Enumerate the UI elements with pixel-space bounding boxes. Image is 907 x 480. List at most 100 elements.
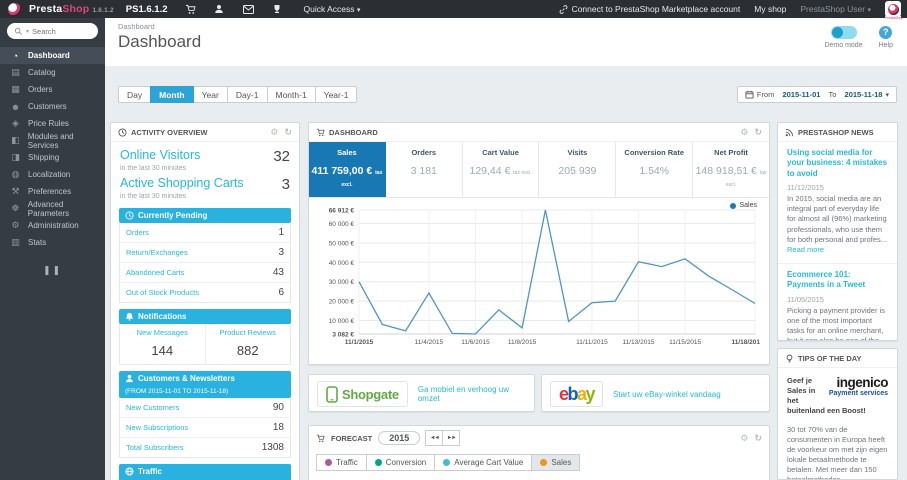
svg-text:50 000 €: 50 000 € — [329, 240, 355, 247]
avatar[interactable]: PrestaShop — [885, 1, 903, 20]
pending-row: Orders 1 — [120, 223, 290, 243]
page-header: Dashboard Dashboard Demo mode ? Help — [105, 18, 907, 66]
customers-quick-icon[interactable] — [213, 3, 226, 16]
shop-name-link[interactable]: PS1.6.1.2 — [126, 4, 168, 15]
settings-gear-icon[interactable]: ⚙ — [740, 127, 748, 138]
sidebar-item-preferences[interactable]: ⚒ Preferences — [0, 183, 105, 200]
refresh-icon[interactable]: ↻ — [284, 127, 292, 138]
kpi-conversion-rate-tab[interactable]: Conversion Rate 1.54% — [616, 142, 694, 197]
lightbulb-icon — [785, 354, 794, 363]
marketplace-connect-link[interactable]: Connect to PrestaShop Marketplace accoun… — [559, 4, 740, 14]
date-range-picker[interactable]: From 2015-11-01 To 2015-11-18 ▾ — [736, 86, 897, 103]
product-reviews-link[interactable]: Product Reviews — [208, 328, 289, 337]
range-month-1-button[interactable]: Month-1 — [266, 86, 316, 103]
forecast-next-button[interactable]: ►► — [442, 430, 461, 446]
sidebar-item-dashboard[interactable]: ◔ Dashboard — [0, 47, 105, 64]
sidebar-item-administration[interactable]: ⚙ Administration — [0, 217, 105, 234]
refresh-icon[interactable]: ↻ — [754, 127, 762, 138]
svg-text:11/8/2015: 11/8/2015 — [508, 339, 537, 346]
messages-icon[interactable] — [242, 3, 255, 16]
trophy-icon[interactable] — [271, 3, 284, 16]
abandoned-carts-link[interactable]: Abandoned Carts — [126, 268, 184, 277]
settings-gear-icon[interactable]: ⚙ — [740, 433, 748, 444]
customers-row: New Customers 90 — [120, 398, 290, 418]
sidebar-item-catalog[interactable]: ▤ Catalog — [0, 64, 105, 81]
refresh-icon[interactable]: ↻ — [754, 433, 762, 444]
returns-link[interactable]: Return/Exchanges — [126, 248, 188, 257]
kpi-sales-tab[interactable]: Sales 411 759,00 € tax excl. — [309, 142, 386, 197]
link-icon — [559, 4, 567, 14]
kpi-tabs: Sales 411 759,00 € tax excl. Orders 3 181 … — [309, 142, 769, 198]
search-input[interactable] — [32, 26, 88, 36]
tip-text: 30 tot 70% van de consumenten in Europa … — [787, 424, 888, 480]
sidebar-item-advanced-parameters[interactable]: ☸ Advanced Parameters — [0, 200, 105, 218]
catalog-icon: ▤ — [11, 67, 20, 77]
globe-icon — [125, 467, 134, 476]
kpi-cart-value-tab[interactable]: Cart Value 129,44 € tax excl. — [463, 142, 540, 197]
sidebar-item-stats[interactable]: ▥ Stats — [0, 234, 105, 251]
range-day-button[interactable]: Day — [118, 86, 152, 103]
sidebar-item-shipping[interactable]: ◨ Shipping — [0, 149, 105, 166]
range-year-1-button[interactable]: Year-1 — [314, 86, 358, 103]
cart-icon[interactable] — [184, 3, 197, 16]
read-more-link[interactable]: Read more — [787, 245, 824, 254]
cart-icon — [316, 128, 325, 137]
news-item: Using social media for your business: 4 … — [778, 142, 897, 263]
forecast-prev-button[interactable]: ◄◄ — [425, 430, 444, 446]
notifications-columns: New Messages 144 Product Reviews 882 — [119, 324, 291, 365]
kpi-net-profit-tab[interactable]: Net Profit 148 918,51 € tax excl. — [693, 142, 769, 197]
total-subscribers-link[interactable]: Total Subscribers — [126, 443, 184, 452]
forecast-tab-traffic[interactable]: Traffic — [316, 454, 367, 471]
shopgate-link[interactable]: Ga mobiel en verhoog uw omzet — [418, 385, 526, 403]
sidebar-item-customers[interactable]: ☻ Customers — [0, 98, 105, 115]
user-menu[interactable]: PrestaShop User ▾ — [800, 4, 871, 14]
traffic-header: Traffic (FROM 2015-11-01 TO 2015-11-18) — [119, 464, 291, 480]
my-shop-link[interactable]: My shop — [754, 4, 786, 14]
news-item-title-link[interactable]: Ecommerce 101: Payments in a Tweet — [787, 270, 888, 291]
ebay-promo-panel: ebay Start uw eBay-winkel vandaag — [541, 374, 770, 412]
forecast-tab-average-cart-value[interactable]: Average Cart Value — [434, 454, 533, 471]
help-icon[interactable]: ? — [879, 26, 893, 39]
range-month-button[interactable]: Month — [150, 86, 194, 103]
sidebar-item-price-rules[interactable]: ◈ Price Rules — [0, 115, 105, 132]
chart-legend[interactable]: Sales — [730, 202, 757, 209]
ebay-link[interactable]: Start uw eBay-winkel vandaag — [613, 390, 721, 399]
orders-icon: ▦ — [11, 84, 20, 94]
sidebar-collapse-button[interactable]: ❚❚ — [0, 265, 105, 276]
sidebar-item-modules[interactable]: ◧ Modules and Services — [0, 132, 105, 150]
out-of-stock-link[interactable]: Out of Stock Products — [126, 288, 199, 297]
forecast-tab-sales[interactable]: Sales — [531, 454, 581, 471]
shopgate-logo[interactable]: Shopgate — [317, 381, 408, 407]
svg-text:30 000 €: 30 000 € — [329, 279, 355, 286]
svg-text:11/15/2015: 11/15/2015 — [669, 339, 701, 346]
ebay-logo[interactable]: ebay — [550, 381, 604, 407]
customers-newsletters-header: Customers & Newsletters (FROM 2015-11-01… — [119, 371, 291, 398]
news-item-date: 11/05/2015 — [787, 294, 824, 304]
pending-rows: Orders 1 Return/Exchanges 3 Abandoned Cart… — [119, 223, 291, 303]
demo-mode-toggle[interactable] — [830, 26, 857, 39]
quick-access-menu[interactable]: Quick Access ▾ — [304, 4, 361, 14]
forecast-tab-conversion[interactable]: Conversion — [365, 454, 436, 471]
active-carts-link[interactable]: Active Shopping Carts — [120, 176, 244, 190]
news-item-excerpt: Picking a payment provider is one of the… — [787, 305, 885, 341]
news-item-title-link[interactable]: Using social media for your business: 4 … — [787, 148, 888, 179]
range-day-1-button[interactable]: Day-1 — [226, 86, 268, 103]
orders-link[interactable]: Orders — [126, 228, 149, 237]
kpi-orders-tab[interactable]: Orders 3 181 — [386, 142, 463, 197]
sidebar-search[interactable]: ▾ — [7, 23, 98, 39]
sidebar-item-localization[interactable]: ◍ Localization — [0, 166, 105, 183]
chevron-down-icon: ▾ — [885, 91, 889, 99]
breadcrumb[interactable]: Dashboard — [118, 22, 155, 31]
kpi-visits-tab[interactable]: Visits 205 939 — [539, 142, 617, 197]
customers-row: Total Subscribers 1308 — [126, 442, 284, 453]
settings-gear-icon[interactable]: ⚙ — [270, 127, 278, 138]
range-year-button[interactable]: Year — [192, 86, 228, 103]
new-subscriptions-link[interactable]: New Subscriptions — [126, 423, 188, 432]
sidebar-item-orders[interactable]: ▦ Orders — [0, 81, 105, 98]
panel-title: PRESTASHOP NEWS — [798, 127, 874, 137]
online-visitors-link[interactable]: Online Visitors — [120, 148, 200, 162]
new-customers-link[interactable]: New Customers — [126, 403, 179, 412]
search-scope-caret-icon[interactable]: ▾ — [26, 28, 29, 35]
new-messages-link[interactable]: New Messages — [122, 328, 203, 337]
modules-icon: ◧ — [11, 135, 20, 145]
